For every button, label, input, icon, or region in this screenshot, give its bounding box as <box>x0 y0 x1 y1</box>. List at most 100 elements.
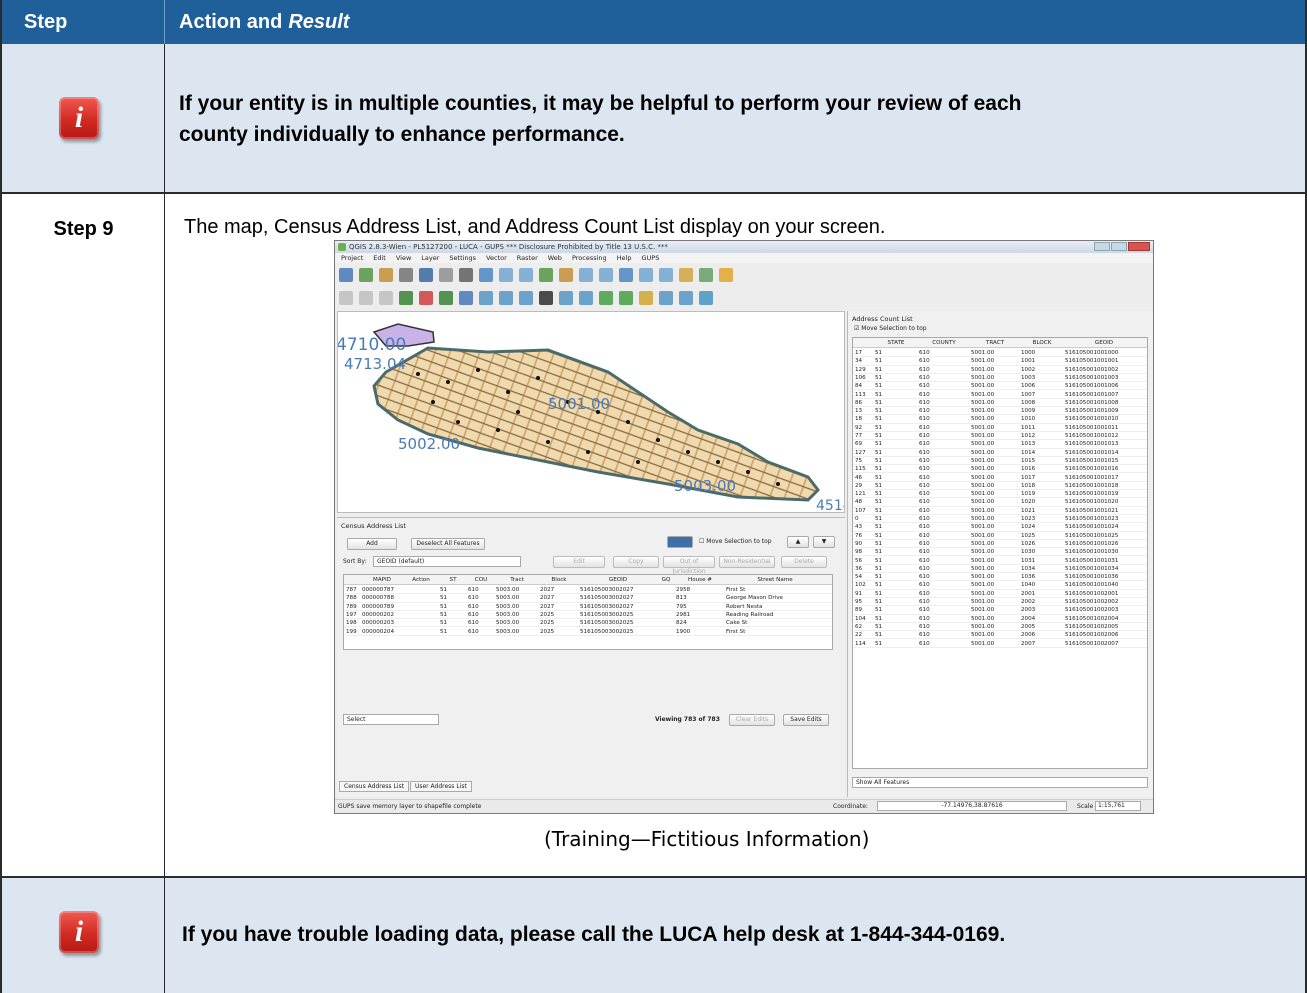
table-row[interactable]: 197 000000202 51 610 5003.00 2025 516105003002… <box>344 611 832 620</box>
column-header[interactable]: Street Name <box>724 575 824 584</box>
action-button-copy[interactable]: Copy <box>613 556 659 568</box>
tool-icon[interactable] <box>519 268 533 282</box>
tool-icon[interactable] <box>619 268 633 282</box>
table-row[interactable]: 0 51 610 5001.00 1023 516105001001023 <box>853 515 1147 524</box>
menu-item-raster[interactable]: Raster <box>517 253 538 263</box>
table-row[interactable]: 788 000000788 51 610 5003.00 2027 516105003002… <box>344 594 832 603</box>
menu-item-processing[interactable]: Processing <box>572 253 607 263</box>
table-row[interactable]: 98 51 610 5001.00 1030 516105001001030 <box>853 548 1147 557</box>
tool-icon[interactable] <box>619 291 633 305</box>
minimize-icon[interactable] <box>1094 242 1110 251</box>
move-down-button[interactable]: ▼ <box>813 536 835 548</box>
column-header[interactable]: Tract <box>494 575 538 584</box>
tool-icon[interactable] <box>379 268 393 282</box>
table-row[interactable]: 43 51 610 5001.00 1024 516105001001024 <box>853 523 1147 532</box>
column-header[interactable]: GEOID <box>1063 338 1143 347</box>
tool-icon[interactable] <box>599 268 613 282</box>
menu-item-vector[interactable]: Vector <box>486 253 507 263</box>
table-row[interactable]: 107 51 610 5001.00 1021 516105001001021 <box>853 507 1147 515</box>
action-select[interactable]: Select <box>343 714 439 725</box>
sort-by-select[interactable]: GEOID (default) <box>373 556 521 567</box>
address-count-grid[interactable]: STATE COUNTY TRACT BLOCK GEOID 17 51 610 5001.00… <box>852 337 1148 769</box>
tool-icon[interactable] <box>699 268 713 282</box>
tool-icon[interactable] <box>559 291 573 305</box>
menu-item-layer[interactable]: Layer <box>421 253 439 263</box>
tool-icon[interactable] <box>459 291 473 305</box>
tool-icon[interactable] <box>499 291 513 305</box>
table-row[interactable]: 95 51 610 5001.00 2002 516105001002002 <box>853 598 1147 607</box>
column-header[interactable]: Block <box>538 575 578 584</box>
scale-field[interactable]: 1:15,761 <box>1095 801 1141 811</box>
table-row[interactable]: 91 51 610 5001.00 2001 516105001002001 <box>853 590 1147 598</box>
column-header[interactable]: GEOID <box>578 575 656 584</box>
tab-census-address-list[interactable]: Census Address List <box>339 781 409 792</box>
column-header[interactable]: COU <box>466 575 494 584</box>
table-row[interactable]: 75 51 610 5001.00 1015 516105001001015 <box>853 457 1147 466</box>
table-row[interactable]: 18 51 610 5001.00 1010 516105001001010 <box>853 415 1147 424</box>
table-row[interactable]: 114 51 610 5001.00 2007 516105001002007 <box>853 640 1147 648</box>
action-button-delete[interactable]: Delete <box>781 556 827 568</box>
census-address-grid[interactable]: MAPID Action ST COU Tract Block GEOID GQ House #… <box>343 574 833 650</box>
table-row[interactable]: 92 51 610 5001.00 1011 516105001001011 <box>853 424 1147 432</box>
tool-icon[interactable] <box>539 291 553 305</box>
add-button[interactable]: Add <box>347 538 397 550</box>
tool-icon[interactable] <box>599 291 613 305</box>
tool-icon[interactable] <box>559 268 573 282</box>
table-row[interactable]: 13 51 610 5001.00 1009 516105001001009 <box>853 407 1147 416</box>
tool-icon[interactable] <box>539 268 553 282</box>
tool-icon[interactable] <box>439 291 453 305</box>
table-row[interactable]: 48 51 610 5001.00 1020 516105001001020 <box>853 498 1147 507</box>
tool-icon[interactable] <box>659 268 673 282</box>
layer-color-button[interactable] <box>667 536 693 548</box>
table-row[interactable]: 76 51 610 5001.00 1025 516105001001025 <box>853 532 1147 540</box>
tool-icon[interactable] <box>399 291 413 305</box>
table-row[interactable]: 198 000000203 51 610 5003.00 2025 516105003002… <box>344 619 832 628</box>
tool-icon[interactable] <box>499 268 513 282</box>
table-row[interactable]: 56 51 610 5001.00 1031 516105001001031 <box>853 557 1147 565</box>
column-header[interactable]: Action <box>402 575 438 584</box>
column-header[interactable]: TRACT <box>969 338 1019 347</box>
table-row[interactable]: 29 51 610 5001.00 1018 516105001001018 <box>853 482 1147 491</box>
table-row[interactable]: 102 51 610 5001.00 1040 516105001001040 <box>853 581 1147 590</box>
tool-icon[interactable] <box>479 291 493 305</box>
table-row[interactable]: 113 51 610 5001.00 1007 516105001001007 <box>853 391 1147 399</box>
clear-edits-button[interactable]: Clear Edits <box>729 714 775 726</box>
save-edits-button[interactable]: Save Edits <box>783 714 829 726</box>
table-row[interactable]: 121 51 610 5001.00 1019 516105001001019 <box>853 490 1147 499</box>
action-button-non-residential[interactable]: Non-Residential <box>719 556 775 568</box>
tool-icon[interactable] <box>339 268 353 282</box>
table-row[interactable]: 17 51 610 5001.00 1000 516105001001000 <box>853 349 1147 358</box>
column-header[interactable]: MAPID <box>360 575 402 584</box>
table-row[interactable]: 787 000000787 51 610 5003.00 2027 516105003002… <box>344 586 832 595</box>
tool-icon[interactable] <box>419 268 433 282</box>
map-canvas[interactable]: 4710.004713.04 5001.00 5002.00 5003.00 4514 <box>337 311 845 513</box>
table-row[interactable]: 77 51 610 5001.00 1012 516105001001012 <box>853 432 1147 441</box>
column-header[interactable]: House # <box>674 575 724 584</box>
tool-icon[interactable] <box>359 268 373 282</box>
tool-icon[interactable] <box>459 268 473 282</box>
column-header[interactable]: STATE <box>873 338 917 347</box>
table-row[interactable]: 84 51 610 5001.00 1006 516105001001006 <box>853 382 1147 391</box>
column-header[interactable]: ST <box>438 575 466 584</box>
table-row[interactable]: 115 51 610 5001.00 1016 516105001001016 <box>853 465 1147 474</box>
table-row[interactable]: 69 51 610 5001.00 1013 516105001001013 <box>853 440 1147 449</box>
tool-icon[interactable] <box>579 268 593 282</box>
column-header[interactable] <box>853 338 873 347</box>
tool-icon[interactable] <box>439 268 453 282</box>
menu-item-settings[interactable]: Settings <box>449 253 476 263</box>
maximize-icon[interactable] <box>1111 242 1127 251</box>
deselect-all-button[interactable]: Deselect All Features <box>411 538 485 550</box>
table-row[interactable]: 62 51 610 5001.00 2005 516105001002005 <box>853 623 1147 632</box>
table-row[interactable]: 104 51 610 5001.00 2004 516105001002004 <box>853 615 1147 623</box>
table-row[interactable]: 129 51 610 5001.00 1002 516105001001002 <box>853 366 1147 374</box>
table-row[interactable]: 34 51 610 5001.00 1001 516105001001001 <box>853 357 1147 366</box>
tool-icon[interactable] <box>639 268 653 282</box>
table-row[interactable]: 22 51 610 5001.00 2006 516105001002006 <box>853 631 1147 640</box>
action-button-edit[interactable]: Edit <box>553 556 605 568</box>
tool-icon[interactable] <box>479 268 493 282</box>
action-button-out-of-jurisdiction[interactable]: Out of Jurisdiction <box>663 556 715 575</box>
move-up-button[interactable]: ▲ <box>787 536 809 548</box>
tool-icon[interactable] <box>519 291 533 305</box>
tab-user-address-list[interactable]: User Address List <box>409 781 472 792</box>
table-row[interactable]: 127 51 610 5001.00 1014 516105001001014 <box>853 449 1147 457</box>
